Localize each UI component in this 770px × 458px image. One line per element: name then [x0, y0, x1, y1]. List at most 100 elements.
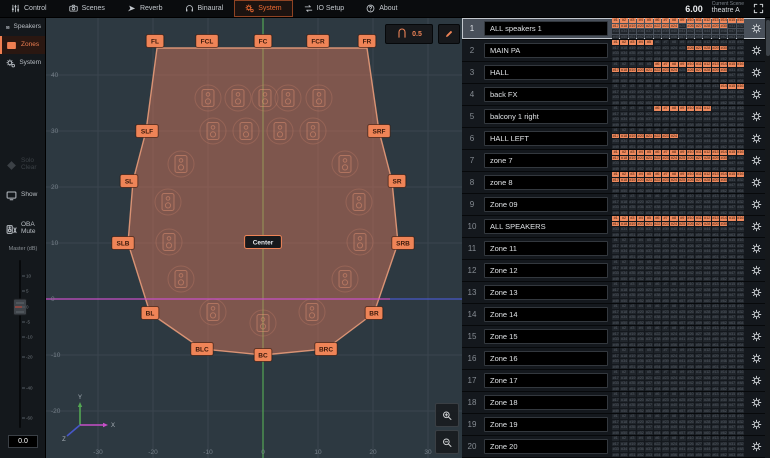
- output-cell[interactable]: #9: [679, 150, 686, 155]
- output-cell[interactable]: #14: [720, 260, 727, 265]
- output-cell[interactable]: #45: [712, 293, 719, 298]
- output-cell[interactable]: #10: [687, 414, 694, 419]
- output-cell[interactable]: #19: [629, 376, 636, 381]
- output-cell[interactable]: #2: [620, 150, 627, 155]
- output-cell[interactable]: #33: [612, 315, 619, 320]
- output-cell[interactable]: #30: [720, 222, 727, 227]
- output-cell[interactable]: #8: [670, 84, 677, 89]
- output-cell[interactable]: #27: [695, 222, 702, 227]
- output-cell[interactable]: #15: [728, 84, 735, 89]
- output-cell[interactable]: #26: [687, 68, 694, 73]
- output-cell[interactable]: #16: [737, 348, 744, 353]
- output-cell[interactable]: #50: [620, 35, 627, 40]
- output-cell[interactable]: #45: [712, 205, 719, 210]
- output-cell[interactable]: #54: [654, 255, 661, 260]
- output-cell[interactable]: #46: [720, 293, 727, 298]
- output-cell[interactable]: #17: [612, 24, 619, 29]
- output-cell[interactable]: #14: [720, 62, 727, 67]
- output-cell[interactable]: #5: [645, 84, 652, 89]
- output-cell[interactable]: #27: [695, 354, 702, 359]
- output-cell[interactable]: #61: [712, 79, 719, 84]
- output-cell[interactable]: #49: [612, 343, 619, 348]
- output-cell[interactable]: #37: [645, 359, 652, 364]
- output-cell[interactable]: #60: [703, 299, 710, 304]
- zone-row[interactable]: 2MAIN PA#1#2#3#4#5#6#7#8#9#10#11#12#13#1…: [462, 40, 770, 62]
- output-cell[interactable]: #24: [670, 266, 677, 271]
- output-cell[interactable]: #47: [728, 359, 735, 364]
- output-cell[interactable]: #57: [679, 255, 686, 260]
- output-cell[interactable]: #18: [620, 90, 627, 95]
- output-cell[interactable]: #8: [670, 128, 677, 133]
- output-cell[interactable]: #1: [612, 282, 619, 287]
- output-cell[interactable]: #19: [629, 442, 636, 447]
- output-cell[interactable]: #59: [695, 453, 702, 458]
- output-cell[interactable]: #34: [620, 403, 627, 408]
- output-cell[interactable]: #63: [728, 145, 735, 150]
- output-cell[interactable]: #56: [670, 57, 677, 62]
- output-cell[interactable]: #50: [620, 57, 627, 62]
- output-cell[interactable]: #59: [695, 321, 702, 326]
- output-cell[interactable]: #57: [679, 79, 686, 84]
- output-cell[interactable]: #50: [620, 453, 627, 458]
- output-cell[interactable]: #32: [737, 156, 744, 161]
- output-cell[interactable]: #49: [612, 365, 619, 370]
- output-cell[interactable]: #47: [728, 95, 735, 100]
- output-cell[interactable]: #18: [620, 420, 627, 425]
- output-cell[interactable]: #40: [670, 293, 677, 298]
- output-cell[interactable]: #55: [662, 453, 669, 458]
- output-cell[interactable]: #32: [737, 420, 744, 425]
- output-cell[interactable]: #59: [695, 189, 702, 194]
- output-cell[interactable]: #38: [654, 403, 661, 408]
- output-cell[interactable]: #57: [679, 57, 686, 62]
- output-cell[interactable]: #13: [712, 304, 719, 309]
- output-cell[interactable]: #38: [654, 359, 661, 364]
- output-cell[interactable]: #6: [654, 304, 661, 309]
- output-cell[interactable]: #28: [703, 112, 710, 117]
- output-cell[interactable]: #37: [645, 73, 652, 78]
- output-cell[interactable]: #41: [679, 337, 686, 342]
- output-cell[interactable]: #53: [645, 123, 652, 128]
- output-cell[interactable]: #46: [720, 161, 727, 166]
- output-cell[interactable]: #8: [670, 194, 677, 199]
- zone-row[interactable]: 4back FX#1#2#3#4#5#6#7#8#9#10#11#12#13#1…: [462, 84, 770, 106]
- output-cell[interactable]: #3: [629, 62, 636, 67]
- output-cell[interactable]: #38: [654, 271, 661, 276]
- output-cell[interactable]: #64: [737, 453, 744, 458]
- output-cell[interactable]: #23: [662, 354, 669, 359]
- output-cell[interactable]: #47: [728, 183, 735, 188]
- output-cell[interactable]: #17: [612, 376, 619, 381]
- output-cell[interactable]: #51: [629, 79, 636, 84]
- output-cell[interactable]: #10: [687, 260, 694, 265]
- output-cell[interactable]: #55: [662, 79, 669, 84]
- output-cell[interactable]: #60: [703, 57, 710, 62]
- output-cell[interactable]: #17: [612, 332, 619, 337]
- zone-name-field[interactable]: Zone 12: [484, 263, 608, 278]
- output-cell[interactable]: #48: [737, 51, 744, 56]
- output-cell[interactable]: #42: [687, 271, 694, 276]
- output-cell[interactable]: #2: [620, 392, 627, 397]
- output-cell[interactable]: #34: [620, 337, 627, 342]
- fullscreen-button[interactable]: [753, 3, 764, 14]
- output-cell[interactable]: #20: [637, 442, 644, 447]
- output-cell[interactable]: #53: [645, 299, 652, 304]
- output-cell[interactable]: #35: [629, 51, 636, 56]
- output-cell[interactable]: #51: [629, 453, 636, 458]
- output-cell[interactable]: #20: [637, 398, 644, 403]
- output-cell[interactable]: #55: [662, 57, 669, 62]
- output-cell[interactable]: #62: [720, 343, 727, 348]
- output-cell[interactable]: #20: [637, 24, 644, 29]
- output-cell[interactable]: #31: [728, 134, 735, 139]
- output-cell[interactable]: #47: [728, 205, 735, 210]
- speaker-label-badge[interactable]: FCR: [307, 35, 329, 48]
- output-cell[interactable]: #26: [687, 134, 694, 139]
- output-cell[interactable]: #37: [645, 425, 652, 430]
- output-cell[interactable]: #25: [679, 332, 686, 337]
- output-cell[interactable]: #37: [645, 29, 652, 34]
- output-cell[interactable]: #47: [728, 271, 735, 276]
- output-cell[interactable]: #52: [637, 189, 644, 194]
- output-cell[interactable]: #9: [679, 370, 686, 375]
- output-cell[interactable]: #41: [679, 183, 686, 188]
- output-cell[interactable]: #26: [687, 244, 694, 249]
- output-cell[interactable]: #36: [637, 117, 644, 122]
- output-cell[interactable]: #22: [654, 200, 661, 205]
